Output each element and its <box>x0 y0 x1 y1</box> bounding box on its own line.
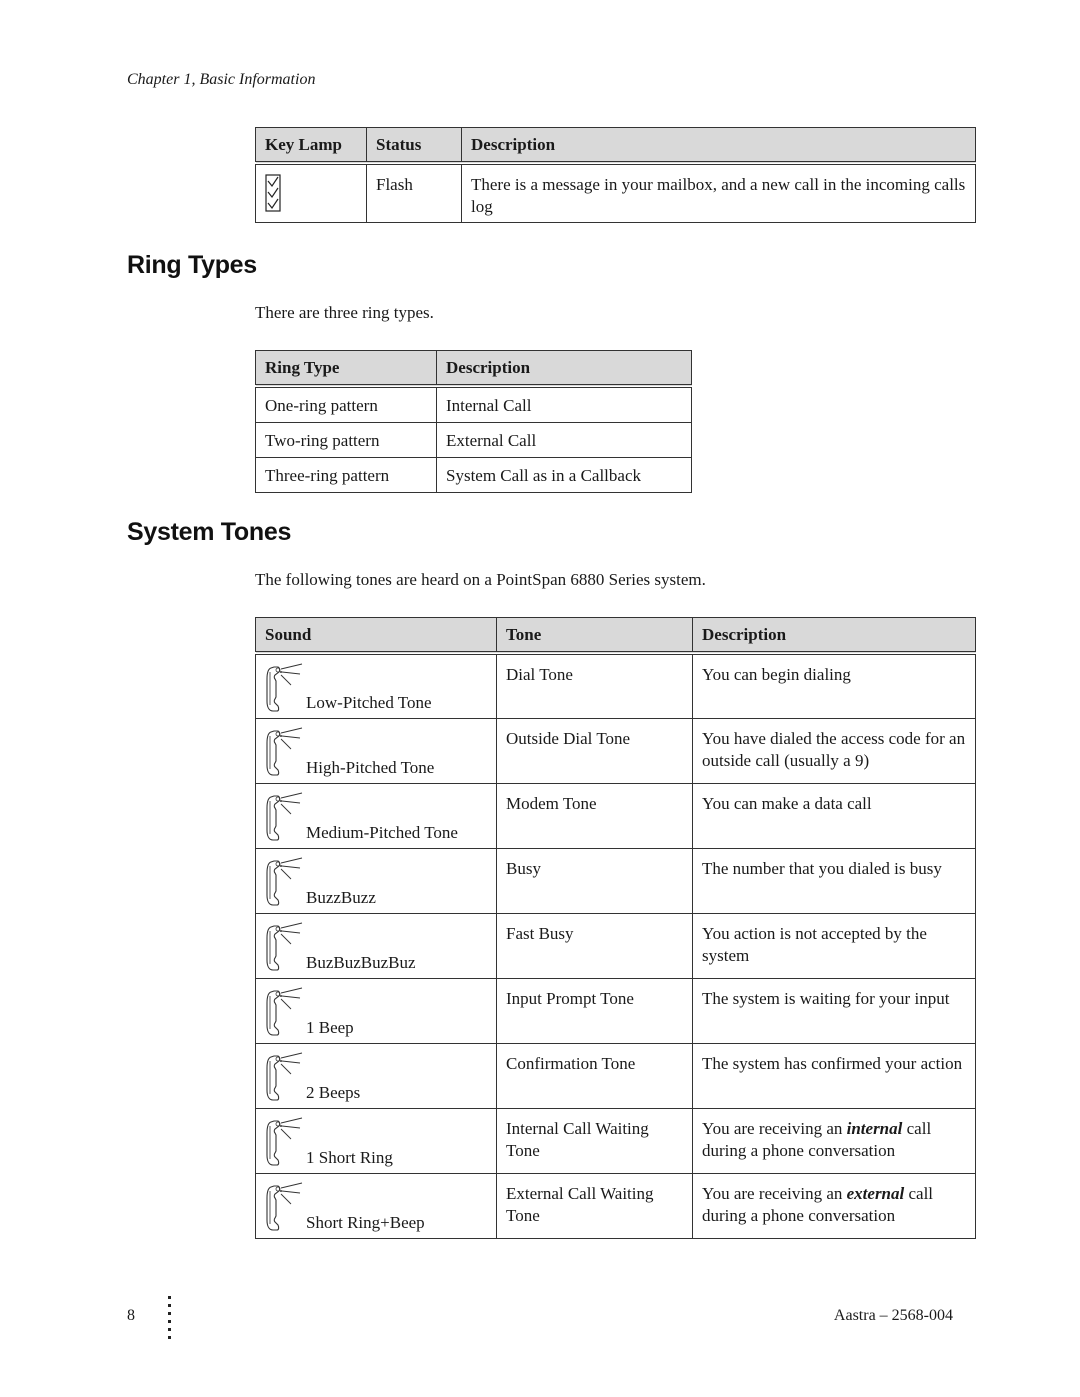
description-cell: You action is not accepted by the system <box>692 912 976 979</box>
table-row: 2 Beeps Confirmation Tone The system has… <box>255 1042 976 1109</box>
table-header-row: Sound Tone Description <box>255 617 976 655</box>
table-row: One-ring pattern Internal Call <box>255 385 692 423</box>
table-row: BuzzBuzz Busy The number that you dialed… <box>255 847 976 914</box>
description-emphasis-text: external <box>846 1183 905 1203</box>
ring-type-cell: Two-ring pattern <box>255 422 437 458</box>
description-cell: You have dialed the access code for an o… <box>692 717 976 784</box>
column-header-key-lamp: Key Lamp <box>255 127 367 165</box>
ring-type-cell: One-ring pattern <box>255 385 437 423</box>
handset-ringing-icon <box>266 727 303 776</box>
column-header-description: Description <box>692 617 976 655</box>
ring-types-intro: There are three ring types. <box>255 303 434 322</box>
tone-cell: Confirmation Tone <box>496 1042 693 1109</box>
document-id: Aastra – 2568-004 <box>833 1307 953 1324</box>
sound-cell: 1 Short Ring <box>255 1107 497 1174</box>
ring-types-table: Ring Type Description One-ring pattern I… <box>255 350 692 493</box>
table-row: 1 Beep Input Prompt Tone The system is w… <box>255 977 976 1044</box>
handset-ringing-icon <box>266 922 303 971</box>
table-row: Three-ring pattern System Call as in a C… <box>255 457 692 493</box>
handset-ringing-icon <box>266 857 303 906</box>
system-tones-table: Sound Tone Description Low-Pitched Tone … <box>255 617 976 1239</box>
tone-cell: Busy <box>496 847 693 914</box>
sound-label: BuzzBuzz <box>306 887 376 907</box>
column-header-tone: Tone <box>496 617 693 655</box>
handset-ringing-icon <box>266 1117 303 1166</box>
sound-label: Short Ring+Beep <box>306 1212 425 1232</box>
handset-ringing-icon <box>266 1182 303 1231</box>
description-cell: System Call as in a Callback <box>436 457 692 493</box>
column-header-status: Status <box>366 127 462 165</box>
column-header-sound: Sound <box>255 617 497 655</box>
description-text: You are receiving an <box>702 1183 847 1203</box>
description-cell: Internal Call <box>436 385 692 423</box>
running-head: Chapter 1, Basic Information <box>127 71 316 88</box>
key-lamp-table: Key Lamp Status Description Flash There … <box>255 127 976 223</box>
sound-cell: Short Ring+Beep <box>255 1172 497 1239</box>
table-row: Short Ring+Beep External Call Waiting To… <box>255 1172 976 1239</box>
handset-ringing-icon <box>266 663 303 712</box>
section-heading-system-tones: System Tones <box>127 518 292 546</box>
description-emphasis: internal <box>847 1119 903 1138</box>
sound-cell: BuzBuzBuzBuz <box>255 912 497 979</box>
sound-cell: 2 Beeps <box>255 1042 497 1109</box>
sound-label: Low-Pitched Tone <box>306 692 432 712</box>
description-cell: You are receiving an internal call durin… <box>692 1107 976 1174</box>
description-cell: There is a message in your mailbox, and … <box>461 162 976 223</box>
sound-label: High-Pitched Tone <box>306 757 435 777</box>
sound-label: BuzBuzBuzBuz <box>306 952 416 972</box>
sound-cell: Low-Pitched Tone <box>255 652 497 719</box>
description-cell: External Call <box>436 422 692 458</box>
status-cell: Flash <box>366 162 462 223</box>
tone-cell: Internal Call Waiting Tone <box>496 1107 693 1174</box>
sound-label: 1 Beep <box>306 1017 354 1037</box>
description-emphasis-text: internal <box>846 1118 903 1138</box>
handset-ringing-icon <box>266 1052 303 1101</box>
system-tones-intro: The following tones are heard on a Point… <box>255 570 706 589</box>
tone-cell: Dial Tone <box>496 652 693 719</box>
description-text: You are receiving an <box>702 1118 847 1138</box>
table-row: Flash There is a message in your mailbox… <box>255 162 976 223</box>
description-cell: You are receiving an external call durin… <box>692 1172 976 1239</box>
ring-type-cell: Three-ring pattern <box>255 457 437 493</box>
footer-dotted-rule <box>168 1296 172 1344</box>
table-row: Low-Pitched Tone Dial Tone You can begin… <box>255 652 976 719</box>
key-lamp-cell <box>255 162 367 223</box>
sound-cell: 1 Beep <box>255 977 497 1044</box>
message-lamp-icon <box>265 174 281 212</box>
section-heading-ring-types: Ring Types <box>127 251 257 279</box>
handset-ringing-icon <box>266 987 303 1036</box>
tone-cell: Outside Dial Tone <box>496 717 693 784</box>
tone-cell: External Call Waiting Tone <box>496 1172 693 1239</box>
table-row: Medium-Pitched Tone Modem Tone You can m… <box>255 782 976 849</box>
description-cell: You can begin dialing <box>692 652 976 719</box>
table-row: High-Pitched Tone Outside Dial Tone You … <box>255 717 976 784</box>
description-cell: The system has confirmed your action <box>692 1042 976 1109</box>
tone-cell: Input Prompt Tone <box>496 977 693 1044</box>
description-emphasis: external <box>847 1184 905 1203</box>
description-cell: The system is waiting for your input <box>692 977 976 1044</box>
sound-label: Medium-Pitched Tone <box>306 822 458 842</box>
table-row: 1 Short Ring Internal Call Waiting Tone … <box>255 1107 976 1174</box>
sound-cell: BuzzBuzz <box>255 847 497 914</box>
table-row: Two-ring pattern External Call <box>255 422 692 458</box>
tone-cell: Modem Tone <box>496 782 693 849</box>
sound-label: 1 Short Ring <box>306 1147 393 1167</box>
sound-label: 2 Beeps <box>306 1082 361 1102</box>
table-row: BuzBuzBuzBuz Fast Busy You action is not… <box>255 912 976 979</box>
table-header-row: Ring Type Description <box>255 350 692 388</box>
column-header-ring-type: Ring Type <box>255 350 437 388</box>
description-cell: The number that you dialed is busy <box>692 847 976 914</box>
page-number: 8 <box>127 1307 135 1324</box>
column-header-description: Description <box>436 350 692 388</box>
description-cell: You can make a data call <box>692 782 976 849</box>
sound-cell: High-Pitched Tone <box>255 717 497 784</box>
sound-cell: Medium-Pitched Tone <box>255 782 497 849</box>
table-header-row: Key Lamp Status Description <box>255 127 976 165</box>
tone-cell: Fast Busy <box>496 912 693 979</box>
column-header-description: Description <box>461 127 976 165</box>
handset-ringing-icon <box>266 792 303 841</box>
